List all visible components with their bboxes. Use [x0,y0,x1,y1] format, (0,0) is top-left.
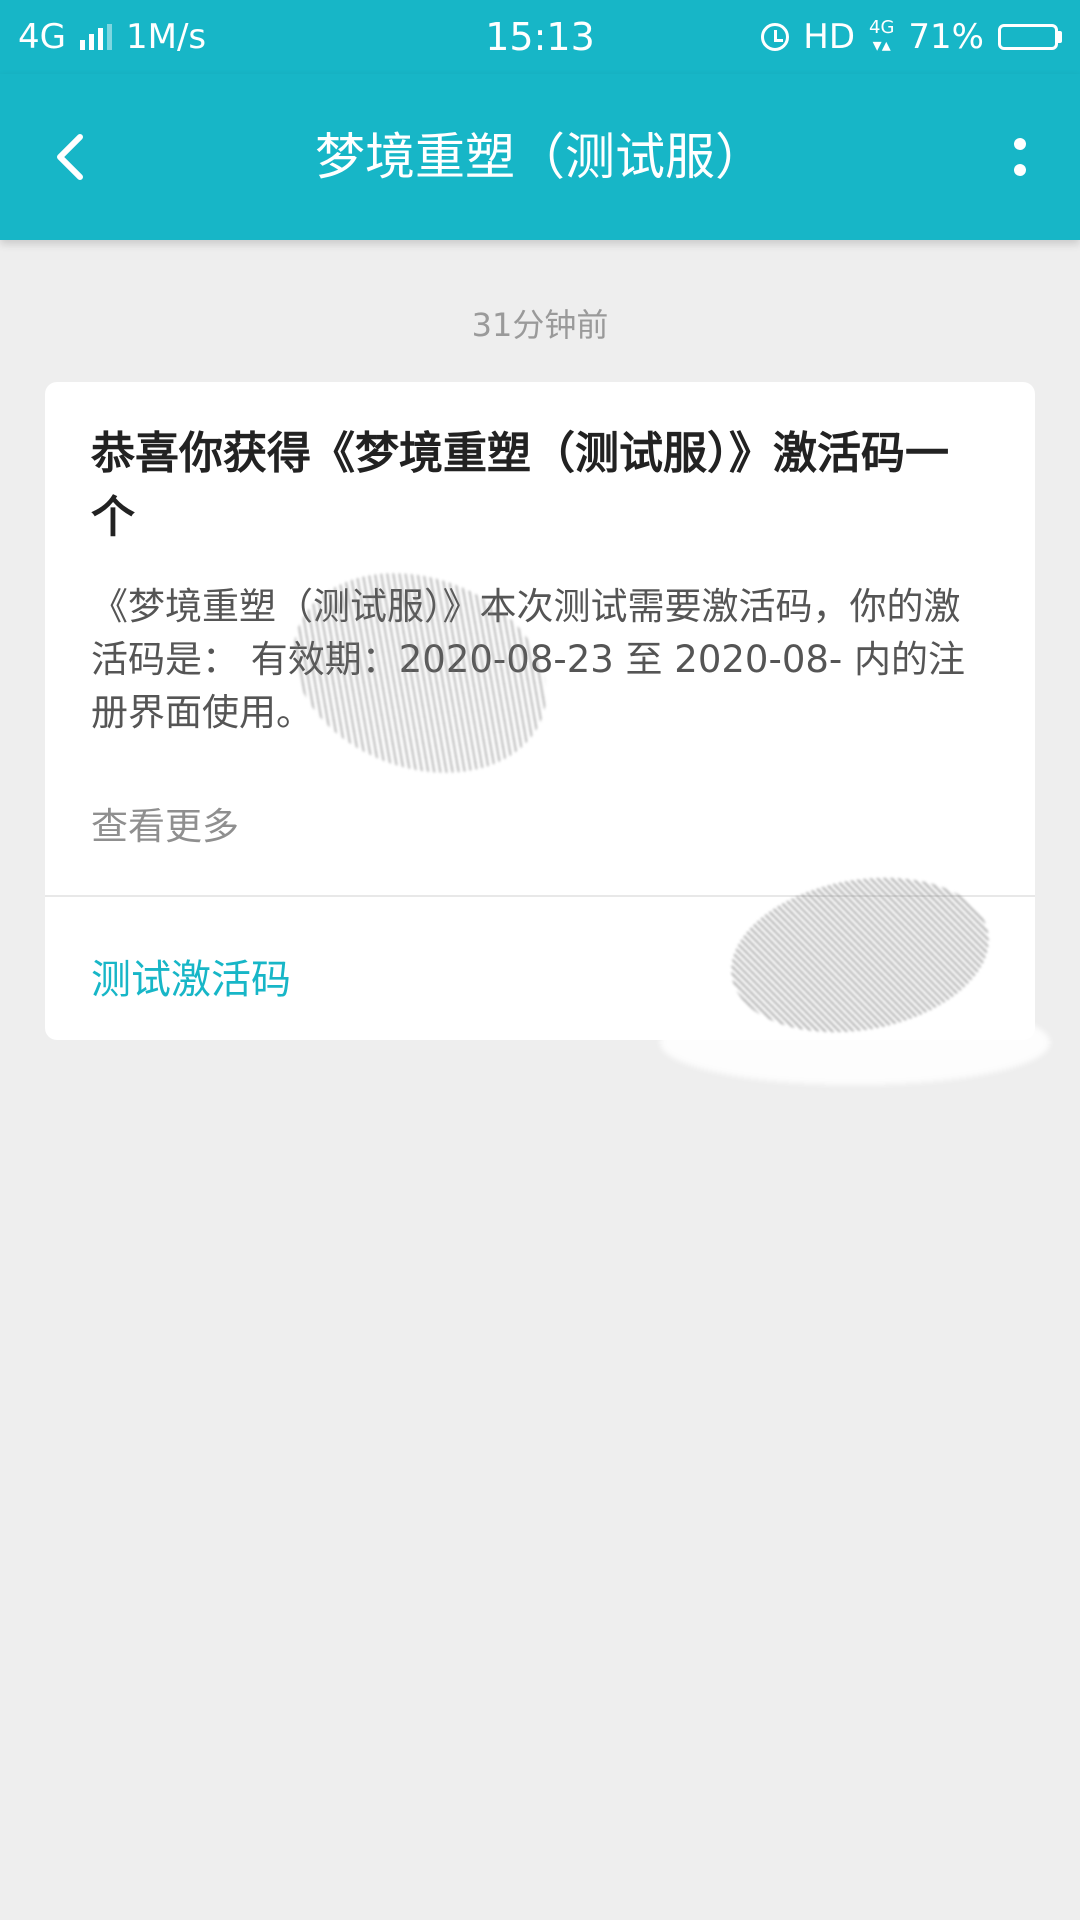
card-body: 《梦境重塑（测试服）》本次测试需要激活码，你的激活码是： 有效期：2020-08… [91,585,966,734]
net-4g-label: 4G [869,17,895,38]
net-4g-indicator: 4G ▾▴ [869,17,895,56]
network-type: 4G [18,17,66,57]
battery-icon [998,24,1062,50]
more-vertical-icon [1014,138,1026,150]
activation-code-label: 测试激活码 [91,957,291,1003]
status-bar: 4G 1M/s 15:13 HD 4G ▾▴ 71% [0,0,1080,74]
hd-indicator: HD [803,17,856,57]
battery-percent: 71% [908,17,984,57]
alarm-icon [761,23,790,51]
more-options-button[interactable] [1000,122,1040,192]
view-more-link[interactable]: 查看更多 [91,796,239,850]
app-bar: 梦境重塑（测试服） [0,74,1080,240]
message-card: 恭喜你获得《梦境重塑（测试服）》激活码一个 《梦境重塑（测试服）》本次测试需要激… [45,382,1035,1040]
activation-code-row[interactable]: 测试激活码 [45,897,1035,1040]
signal-bars-icon [79,24,112,50]
message-timestamp: 31分钟前 [471,306,609,344]
card-title: 恭喜你获得《梦境重塑（测试服）》激活码一个 [91,428,949,543]
page-title: 梦境重塑（测试服） [315,128,765,186]
network-speed: 1M/s [125,17,207,57]
status-left: 4G 1M/s [18,17,206,57]
status-right: HD 4G ▾▴ 71% [761,17,1062,57]
